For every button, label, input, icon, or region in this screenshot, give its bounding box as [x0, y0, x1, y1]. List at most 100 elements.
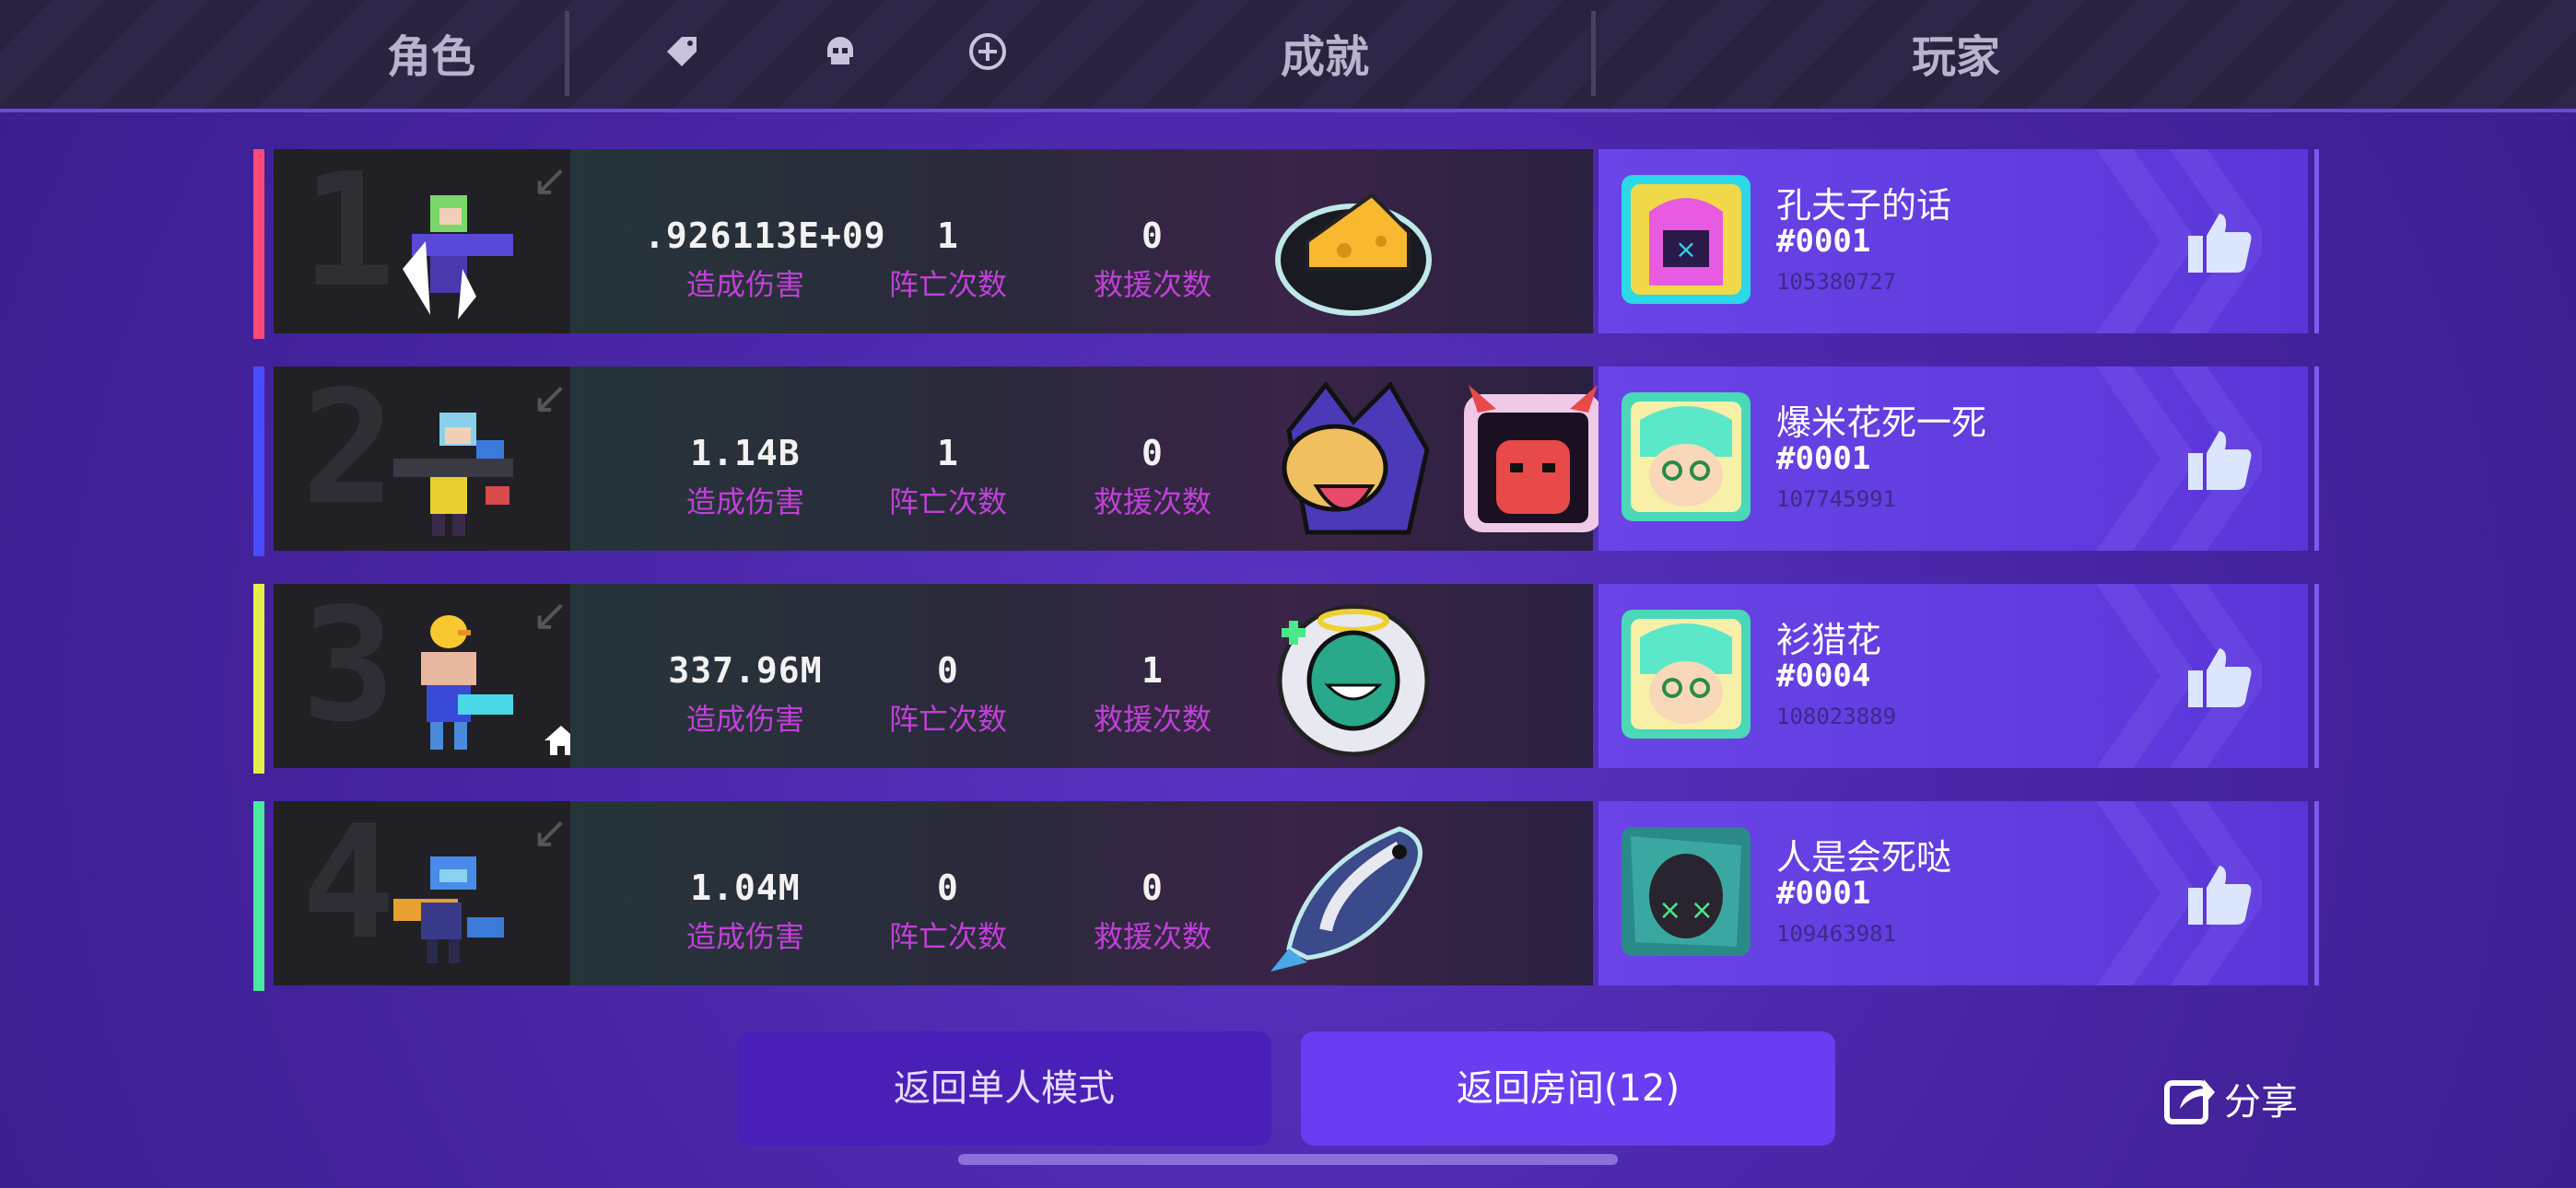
thumbs-up-icon[interactable]: [2188, 212, 2253, 273]
share-label: 分享: [2224, 1081, 2298, 1124]
damage-label: 造成伤害: [685, 702, 804, 737]
player-card[interactable]: 爆米花死一死 #0001 107745991: [1598, 367, 2319, 551]
scoreboard-row: 1 ↙ .926113E+09 造成伤害 1 阵亡次数 0 救援次数 × 孔夫子…: [253, 140, 2319, 339]
rescues-value: 0: [1142, 433, 1164, 473]
deaths-value: 0: [937, 868, 959, 908]
damage-label: 造成伤害: [685, 919, 804, 954]
deaths-value: 1: [937, 215, 959, 256]
deaths-stat: 0 阵亡次数: [847, 868, 1049, 956]
arrow-icon: ↙: [532, 807, 569, 858]
stats-panel: .926113E+09 造成伤害 1 阵亡次数 0 救援次数: [570, 149, 1593, 333]
return-room-button[interactable]: 返回房间(12): [1301, 1031, 1835, 1146]
header-divider: [1591, 11, 1596, 96]
angel-badge-icon[interactable]: [1270, 593, 1436, 759]
character-panel: 1 ↙: [274, 140, 570, 333]
damage-value: 1.14B: [690, 433, 801, 473]
cheese-badge-icon[interactable]: [1270, 158, 1436, 324]
header-achievement-label: 成就: [1281, 31, 1370, 83]
rescues-label: 救援次数: [1093, 919, 1212, 954]
thumbs-up-icon[interactable]: [2188, 646, 2253, 707]
damage-stat: 1.04M 造成伤害: [644, 868, 847, 956]
player-id: 105380727: [1776, 269, 1897, 295]
character-panel: 2 ↙: [274, 357, 570, 551]
skull-icon[interactable]: [820, 31, 861, 72]
rescues-stat: 1 救援次数: [1051, 650, 1254, 739]
rank-color-bar: [253, 149, 264, 339]
player-tag: #0001: [1776, 440, 1871, 477]
svg-text:× ×: × ×: [1658, 894, 1714, 926]
damage-stat: .926113E+09 造成伤害: [644, 215, 886, 304]
damage-stat: 337.96M 造成伤害: [644, 650, 847, 739]
character-sprite: [403, 195, 513, 320]
return-solo-mode-button[interactable]: 返回单人模式: [737, 1031, 1271, 1146]
rescues-stat: 0 救援次数: [1051, 433, 1254, 521]
damage-stat: 1.14B 造成伤害: [644, 433, 847, 521]
card-edge: [2314, 367, 2319, 551]
player-avatar: [1622, 392, 1751, 521]
card-edge: [2314, 801, 2319, 985]
deaths-label: 阵亡次数: [888, 702, 1007, 737]
player-avatar: ×: [1622, 175, 1751, 304]
header-divider: [565, 11, 569, 96]
damage-label: 造成伤害: [685, 267, 804, 302]
character-panel: 3 ↙: [274, 575, 578, 768]
stats-panel: 1.04M 造成伤害 0 阵亡次数 0 救援次数: [570, 801, 1593, 985]
scoreboard-row: 2 ↙ 1.14B 造成伤害 1 阵亡次数 0 救援次数 爆米花死一死 #000…: [253, 357, 2319, 556]
deaths-value: 0: [937, 650, 959, 691]
character-sprite: [393, 413, 513, 536]
rank-color-bar: [253, 801, 264, 991]
card-edge: [2314, 149, 2319, 333]
rescues-stat: 0 救援次数: [1051, 868, 1254, 956]
player-id: 107745991: [1776, 486, 1897, 512]
thumbs-up-icon[interactable]: [2188, 864, 2253, 925]
tag-icon[interactable]: [662, 31, 702, 72]
arrow-icon: ↙: [532, 155, 569, 206]
rescues-label: 救援次数: [1093, 267, 1212, 302]
header-player-label: 玩家: [1912, 31, 2001, 83]
deaths-value: 1: [937, 433, 959, 473]
plus-circle-icon[interactable]: [967, 31, 1008, 72]
rescues-value: 0: [1142, 215, 1164, 256]
rescues-value: 1: [1142, 650, 1164, 691]
player-card[interactable]: 衫猎花 #0004 108023889: [1598, 584, 2319, 768]
deaths-stat: 0 阵亡次数: [847, 650, 1049, 739]
stats-panel: 1.14B 造成伤害 1 阵亡次数 0 救援次数: [570, 367, 1602, 551]
damage-label: 造成伤害: [685, 484, 804, 519]
player-id: 108023889: [1776, 704, 1897, 729]
svg-text:×: ×: [1675, 234, 1696, 264]
header-role-label: 角色: [387, 31, 476, 83]
home-indicator[interactable]: [958, 1154, 1618, 1165]
rescues-label: 救援次数: [1093, 484, 1212, 519]
rescues-value: 0: [1142, 868, 1164, 908]
player-id: 109463981: [1776, 921, 1897, 947]
damage-value: .926113E+09: [644, 215, 886, 256]
fish-badge-icon[interactable]: [1270, 810, 1436, 976]
player-avatar: [1622, 610, 1751, 739]
devil-badge-icon[interactable]: [1450, 376, 1616, 542]
damage-value: 337.96M: [668, 650, 823, 691]
player-avatar: × ×: [1622, 827, 1751, 956]
wolf-badge-icon[interactable]: [1270, 376, 1436, 542]
character-panel: 4 ↙: [274, 792, 570, 985]
character-sprite: [393, 856, 504, 963]
player-name: 爆米花死一死: [1776, 402, 1987, 443]
rank-color-bar: [253, 584, 264, 774]
deaths-label: 阵亡次数: [888, 267, 1007, 302]
results-header: 角色 成就 玩家: [0, 0, 2576, 112]
card-edge: [2314, 584, 2319, 768]
share-button[interactable]: 分享: [2163, 1070, 2298, 1127]
deaths-label: 阵亡次数: [888, 919, 1007, 954]
scoreboard-row: 3 ↙ 337.96M 造成伤害 0 阵亡次数 1 救援次数 衫猎花 #0004…: [253, 575, 2319, 774]
thumbs-up-icon[interactable]: [2188, 429, 2253, 490]
player-name: 孔夫子的话: [1776, 185, 1952, 226]
player-tag: #0001: [1776, 875, 1871, 912]
player-card[interactable]: × × 人是会死哒 #0001 109463981: [1598, 801, 2319, 985]
damage-value: 1.04M: [690, 868, 801, 908]
arrow-icon: ↙: [532, 589, 569, 641]
rank-color-bar: [253, 367, 264, 556]
stats-panel: 337.96M 造成伤害 0 阵亡次数 1 救援次数: [570, 584, 1593, 768]
player-card[interactable]: × 孔夫子的话 #0001 105380727: [1598, 149, 2319, 333]
player-name: 人是会死哒: [1776, 837, 1952, 878]
character-sprite: [421, 615, 513, 750]
arrow-icon: ↙: [532, 372, 569, 424]
